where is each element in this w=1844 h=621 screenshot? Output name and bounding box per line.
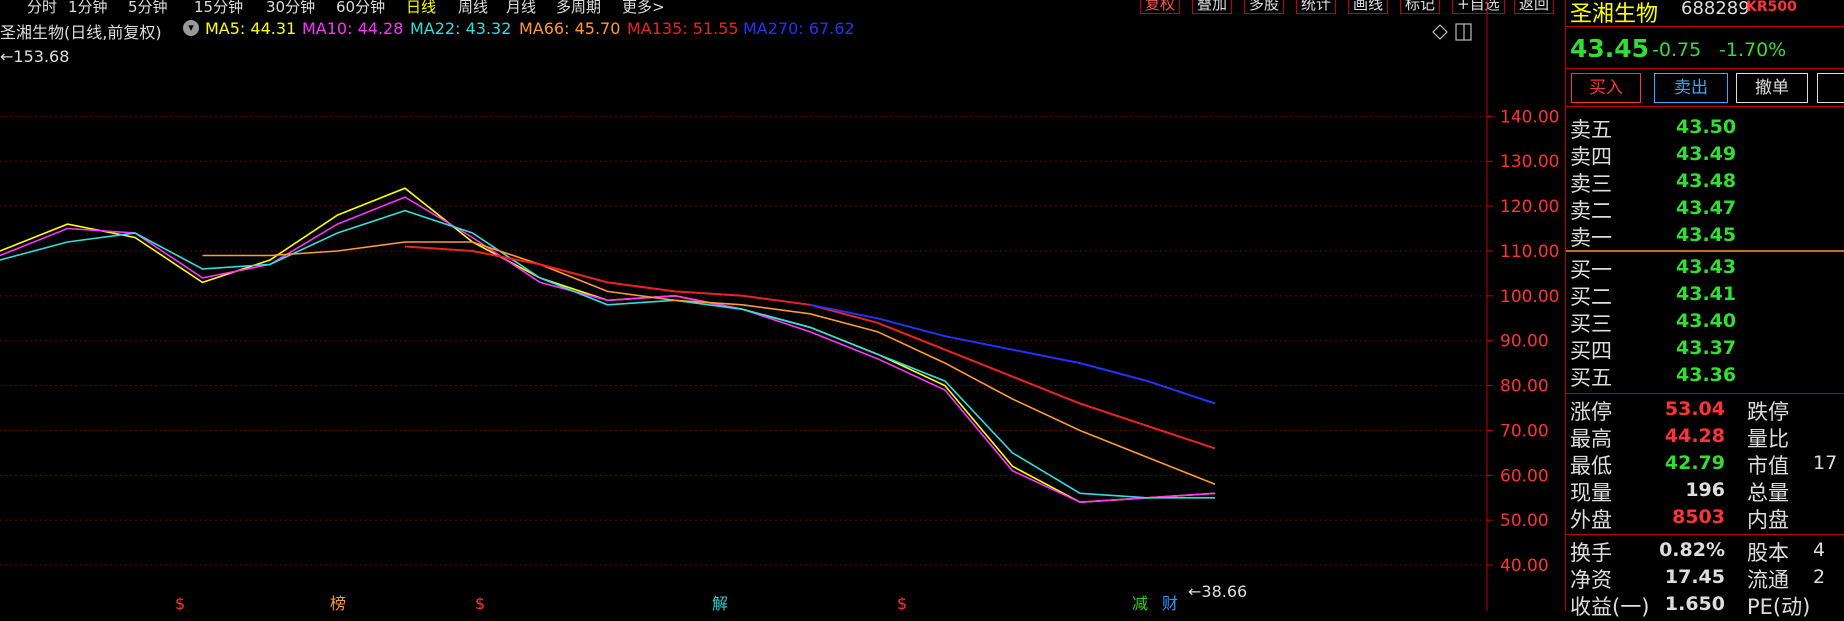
event-marker[interactable]: 减	[1132, 594, 1148, 613]
legend-ma66: MA66: 45.70	[519, 19, 621, 38]
legend-ma270: MA270: 67.62	[743, 19, 855, 38]
last-price: 43.45	[1570, 34, 1650, 63]
event-marker[interactable]: $	[175, 594, 185, 613]
y-tick-label: 90.00	[1500, 332, 1549, 352]
more-button[interactable]	[1817, 73, 1844, 103]
stock-tag: KR500	[1746, 0, 1797, 15]
low-label: ←38.66	[1188, 582, 1247, 601]
series-ma135	[404, 245, 1216, 450]
event-marker[interactable]: 财	[1162, 594, 1178, 613]
y-tick-label: 40.00	[1500, 556, 1549, 576]
legend-ma22: MA22: 43.32	[410, 19, 512, 38]
series-ma270	[809, 303, 1216, 405]
stat-row-outer: 外盘 8503 内盘	[1570, 506, 1789, 532]
series-ma10	[0, 196, 1216, 504]
y-tick-label: 60.00	[1500, 466, 1549, 486]
bid-row-1[interactable]: 买一 43.43	[1570, 254, 1844, 282]
ask-row-4[interactable]: 卖四 43.49	[1570, 141, 1844, 169]
chart-area[interactable]: 140.00 130.00 120.00 110.00 100.00 90.00 80.00…	[0, 0, 1565, 613]
stat-row-netasset: 净资 17.45 流通 2	[1570, 566, 1826, 592]
y-tick-label: 110.00	[1500, 242, 1559, 262]
cancel-order-button[interactable]: 撤单	[1736, 73, 1808, 103]
y-tick-label: 80.00	[1500, 377, 1549, 397]
event-marker[interactable]: $	[897, 594, 907, 613]
high-label: ←153.68	[0, 47, 69, 66]
stock-code: 688289	[1681, 0, 1750, 19]
ask-row-5[interactable]: 卖五 43.50	[1570, 114, 1844, 142]
y-tick-label: 120.00	[1500, 197, 1559, 217]
y-tick-label: 140.00	[1500, 107, 1559, 127]
y-tick-label: 100.00	[1500, 287, 1559, 307]
price-chart[interactable]: 140.00 130.00 120.00 110.00 100.00 90.00 80.00…	[0, 0, 1565, 613]
stat-row-volume: 现量 196 总量	[1570, 479, 1789, 505]
event-marker[interactable]: 解	[712, 594, 728, 613]
legend-ma10: MA10: 44.28	[302, 19, 404, 38]
chevron-down-icon[interactable]: ▾	[183, 20, 199, 36]
bid-row-3[interactable]: 买三 43.40	[1570, 308, 1844, 336]
buy-button[interactable]: 买入	[1571, 73, 1641, 103]
stat-row-eps: 收益(一) 1.650 PE(动)	[1570, 593, 1811, 619]
ask-row-1[interactable]: 卖一 43.45	[1570, 222, 1844, 250]
sell-button[interactable]: 卖出	[1654, 73, 1728, 103]
y-tick-label: 130.00	[1500, 152, 1559, 172]
quote-panel: 圣湘生物 688289 KR500 43.45 -0.75 -1.70% 买入 …	[1565, 0, 1844, 619]
bid-row-4[interactable]: 买四 43.37	[1570, 335, 1844, 363]
stat-row-turnover: 换手 0.82% 股本 4	[1570, 539, 1826, 565]
event-marker[interactable]: $	[475, 594, 485, 613]
bid-row-2[interactable]: 买二 43.41	[1570, 281, 1844, 309]
series-ma5	[0, 187, 1216, 504]
y-tick-label: 50.00	[1500, 511, 1549, 531]
event-marker[interactable]: 榜	[330, 594, 346, 613]
legend-title: 圣湘生物(日线,前复权)	[0, 23, 162, 42]
stat-row-low: 最低 42.79 市值 17	[1570, 452, 1838, 478]
stat-row-high: 最高 44.28 量比	[1570, 425, 1789, 451]
diamond-icon[interactable]	[1432, 24, 1448, 40]
price-change: -0.75	[1652, 39, 1702, 61]
ask-row-2[interactable]: 卖二 43.47	[1570, 195, 1844, 223]
legend-ma135: MA135: 51.55	[627, 19, 739, 38]
legend-ma5: MA5: 44.31	[205, 19, 297, 38]
price-change-pct: -1.70%	[1719, 39, 1787, 61]
y-tick-label: 70.00	[1500, 421, 1549, 441]
ask-row-3[interactable]: 卖三 43.48	[1570, 168, 1844, 196]
series-ma66	[202, 241, 1216, 486]
stock-name: 圣湘生物	[1570, 2, 1659, 27]
stat-row-limit: 涨停 53.04 跌停	[1570, 398, 1789, 424]
bid-row-5[interactable]: 买五 43.36	[1570, 362, 1844, 390]
